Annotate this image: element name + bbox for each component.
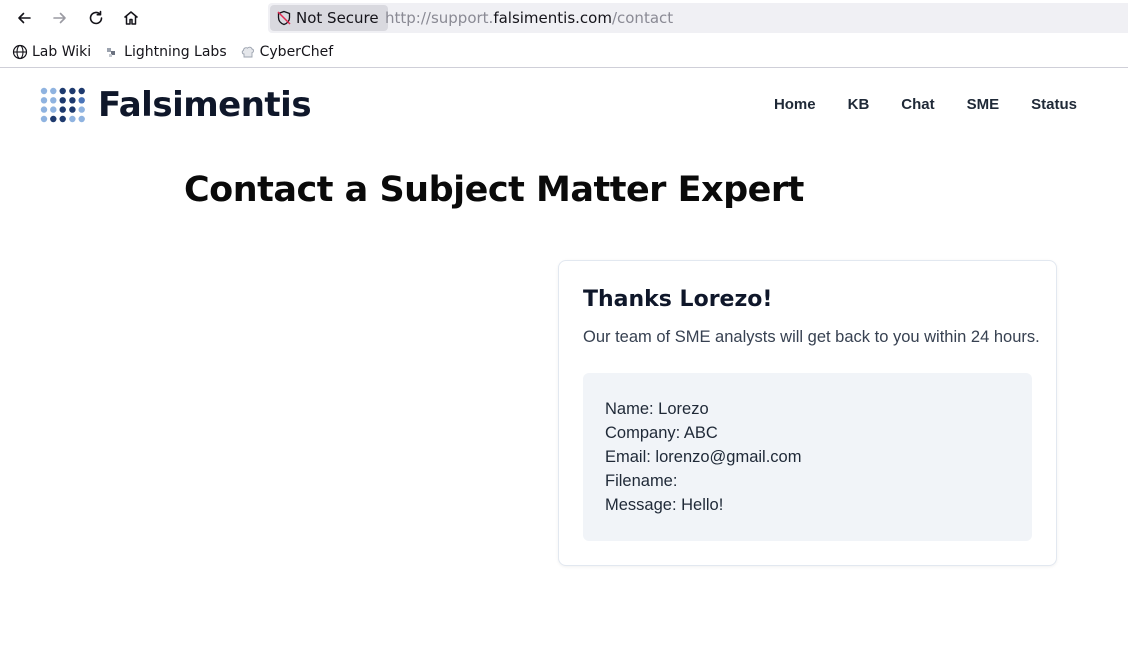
back-button[interactable] — [13, 7, 35, 29]
detail-message: Message: Hello! — [605, 496, 724, 514]
insecure-shield-icon — [277, 10, 291, 26]
nav-chat[interactable]: Chat — [901, 96, 934, 113]
back-arrow-icon — [18, 12, 31, 24]
confirmation-card: Thanks Lorezo! Our team of SME analysts … — [558, 260, 1057, 566]
bookmark-cyberchef[interactable]: CyberChef — [240, 43, 334, 60]
home-button[interactable] — [120, 7, 142, 29]
detail-email: Email: lorenzo@gmail.com — [605, 448, 802, 466]
forward-button[interactable] — [49, 7, 71, 29]
confirmation-subtitle: Our team of SME analysts will get back t… — [583, 328, 1040, 346]
detail-name: Name: Lorezo — [605, 400, 709, 418]
bookmark-label: Lightning Labs — [124, 43, 227, 60]
bookmark-lightning-labs[interactable]: Lightning Labs — [104, 43, 227, 60]
nav-status[interactable]: Status — [1031, 96, 1077, 113]
security-label: Not Secure — [296, 9, 379, 27]
brand-name: Falsimentis — [98, 85, 312, 125]
chef-hat-icon — [241, 46, 254, 57]
url-prefix: http://support. — [385, 9, 494, 27]
detail-filename: Filename: — [605, 472, 678, 490]
forward-arrow-icon — [53, 12, 66, 24]
bookmarks-bar: Lab Wiki Lightning Labs CyberChef — [0, 36, 1128, 68]
falsimentis-logo-icon — [40, 87, 85, 123]
nav-kb[interactable]: KB — [848, 96, 870, 113]
bookmark-lab-wiki[interactable]: Lab Wiki — [12, 44, 91, 60]
confirmation-title: Thanks Lorezo! — [583, 287, 773, 312]
site-logo[interactable]: Falsimentis — [40, 85, 312, 125]
nav-home[interactable]: Home — [774, 96, 816, 113]
reload-button[interactable] — [85, 7, 107, 29]
reload-icon — [89, 10, 103, 25]
browser-toolbar: Not Secure http://support.falsimentis.co… — [0, 0, 1128, 36]
main-nav: Home KB Chat SME Status — [742, 96, 1077, 113]
bookmark-label: CyberChef — [259, 43, 334, 60]
security-indicator[interactable]: Not Secure — [270, 5, 388, 31]
detail-company: Company: ABC — [605, 424, 718, 442]
url-text[interactable]: http://support.falsimentis.com/contact — [385, 9, 673, 27]
lightning-labs-icon — [107, 47, 116, 57]
site-header: Falsimentis Home KB Chat SME Status — [0, 69, 1128, 141]
submission-details: Name: Lorezo Company: ABC Email: lorenzo… — [583, 373, 1032, 541]
url-path: /contact — [611, 9, 674, 27]
address-bar[interactable]: Not Secure http://support.falsimentis.co… — [268, 3, 1128, 33]
url-host: falsimentis.com — [493, 9, 612, 27]
nav-sme[interactable]: SME — [967, 96, 1000, 113]
bookmark-label: Lab Wiki — [32, 43, 92, 60]
home-icon — [124, 11, 138, 25]
globe-icon — [12, 44, 28, 59]
page-title: Contact a Subject Matter Expert — [184, 170, 804, 210]
